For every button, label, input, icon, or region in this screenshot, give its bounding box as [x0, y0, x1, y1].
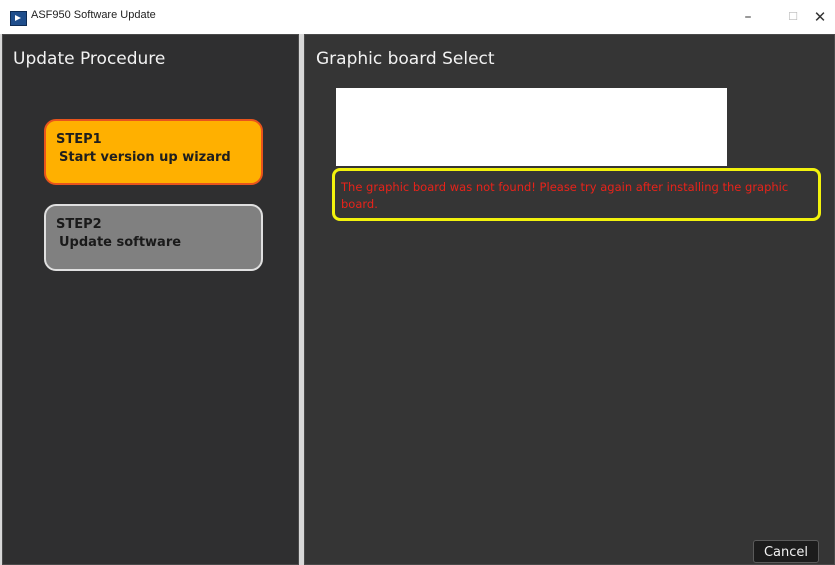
step2-label: STEP2: [56, 217, 102, 232]
error-highlight: The graphic board was not found! Please …: [332, 168, 821, 221]
step1-card[interactable]: STEP1 Start version up wizard: [44, 119, 263, 185]
window-body: Update Procedure STEP1 Start version up …: [0, 34, 835, 565]
close-button[interactable]: ✕: [805, 0, 835, 34]
cancel-button[interactable]: Cancel: [753, 540, 819, 563]
step1-label: STEP1: [56, 132, 102, 147]
minimize-button[interactable]: –: [725, 0, 771, 34]
window-title: ASF950 Software Update: [31, 9, 156, 21]
step2-card[interactable]: STEP2 Update software: [44, 204, 263, 271]
step2-description: Update software: [59, 235, 182, 250]
procedure-heading: Update Procedure: [13, 49, 166, 69]
graphic-board-list[interactable]: [336, 88, 727, 166]
app-icon: [10, 11, 27, 26]
board-select-panel: Graphic board Select The graphic board w…: [304, 34, 835, 565]
step1-description: Start version up wizard: [59, 150, 231, 165]
procedure-panel: Update Procedure STEP1 Start version up …: [2, 34, 299, 565]
board-select-heading: Graphic board Select: [316, 49, 495, 69]
title-bar: ASF950 Software Update – ☐ ✕: [0, 0, 835, 34]
error-message: The graphic board was not found! Please …: [341, 180, 789, 211]
